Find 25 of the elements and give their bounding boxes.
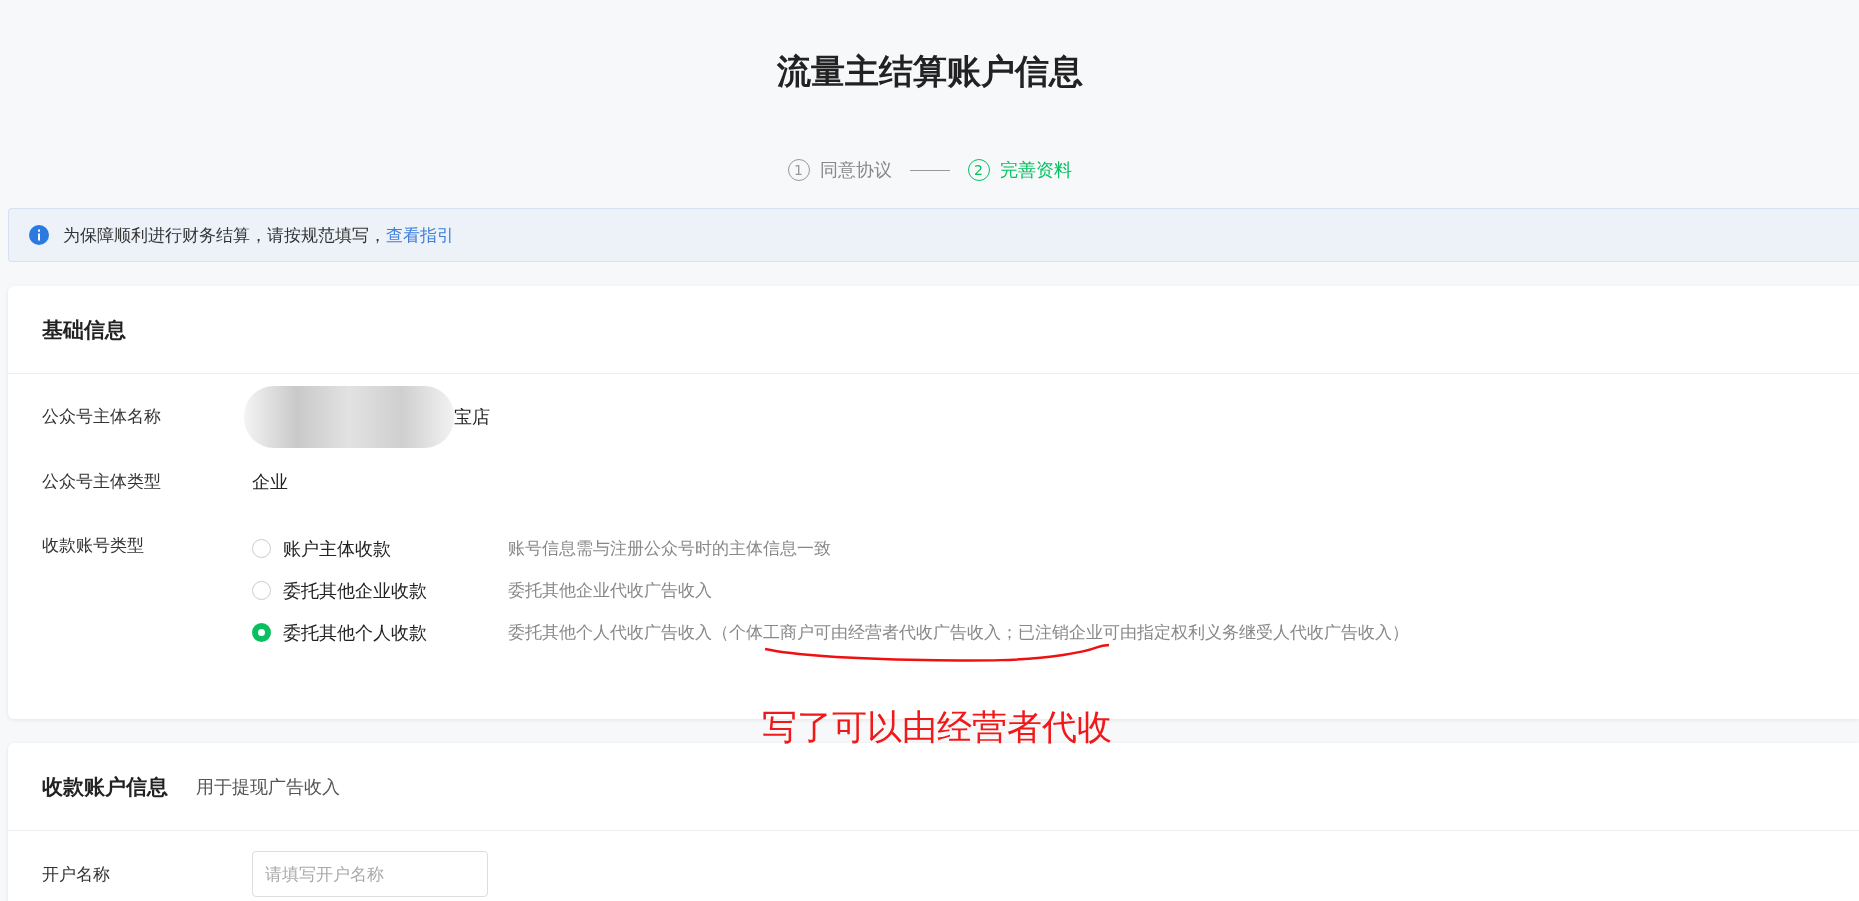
option-description: 账号信息需与注册公众号时的主体信息一致 xyxy=(508,537,831,560)
section-title: 基础信息 xyxy=(42,316,126,344)
radio-label[interactable]: 委托其他个人收款 xyxy=(283,620,508,645)
field-value: 宝店 xyxy=(454,404,490,429)
field-value: 企业 xyxy=(252,469,288,494)
input-field[interactable]: 请填写开户名称 xyxy=(252,851,488,897)
notice-text: 为保障顺利进行财务结算，请按规范填写，查看指引 xyxy=(63,223,454,247)
field-label: 公众号主体类型 xyxy=(42,470,162,493)
step-label: 完善资料 xyxy=(999,158,1072,182)
step-connector xyxy=(909,169,950,171)
field-label: 收款账号类型 xyxy=(42,534,145,557)
step-label: 同意协议 xyxy=(819,158,892,182)
radio-label[interactable]: 账户主体收款 xyxy=(283,536,508,561)
guide-link[interactable]: 查看指引 xyxy=(386,224,454,245)
annotation-text: 写了可以由经营者代收 xyxy=(762,706,1112,749)
section-title: 收款账户信息 xyxy=(42,773,168,801)
field-label: 公众号主体名称 xyxy=(42,405,162,428)
radio-button[interactable] xyxy=(252,623,271,642)
info-icon xyxy=(29,225,49,245)
option-description: 委托其他个人代收广告收入（个体工商户可由经营者代收广告收入；已注销企业可由指定权利义务继受人代收广告收入） xyxy=(508,621,1409,644)
radio-label[interactable]: 委托其他企业收款 xyxy=(283,578,508,603)
field-label: 开户名称 xyxy=(42,862,111,886)
option-description: 委托其他企业代收广告收入 xyxy=(508,579,712,602)
section-subtitle: 用于提现广告收入 xyxy=(196,774,340,799)
page-title: 流量主结算账户信息 xyxy=(775,50,1084,93)
